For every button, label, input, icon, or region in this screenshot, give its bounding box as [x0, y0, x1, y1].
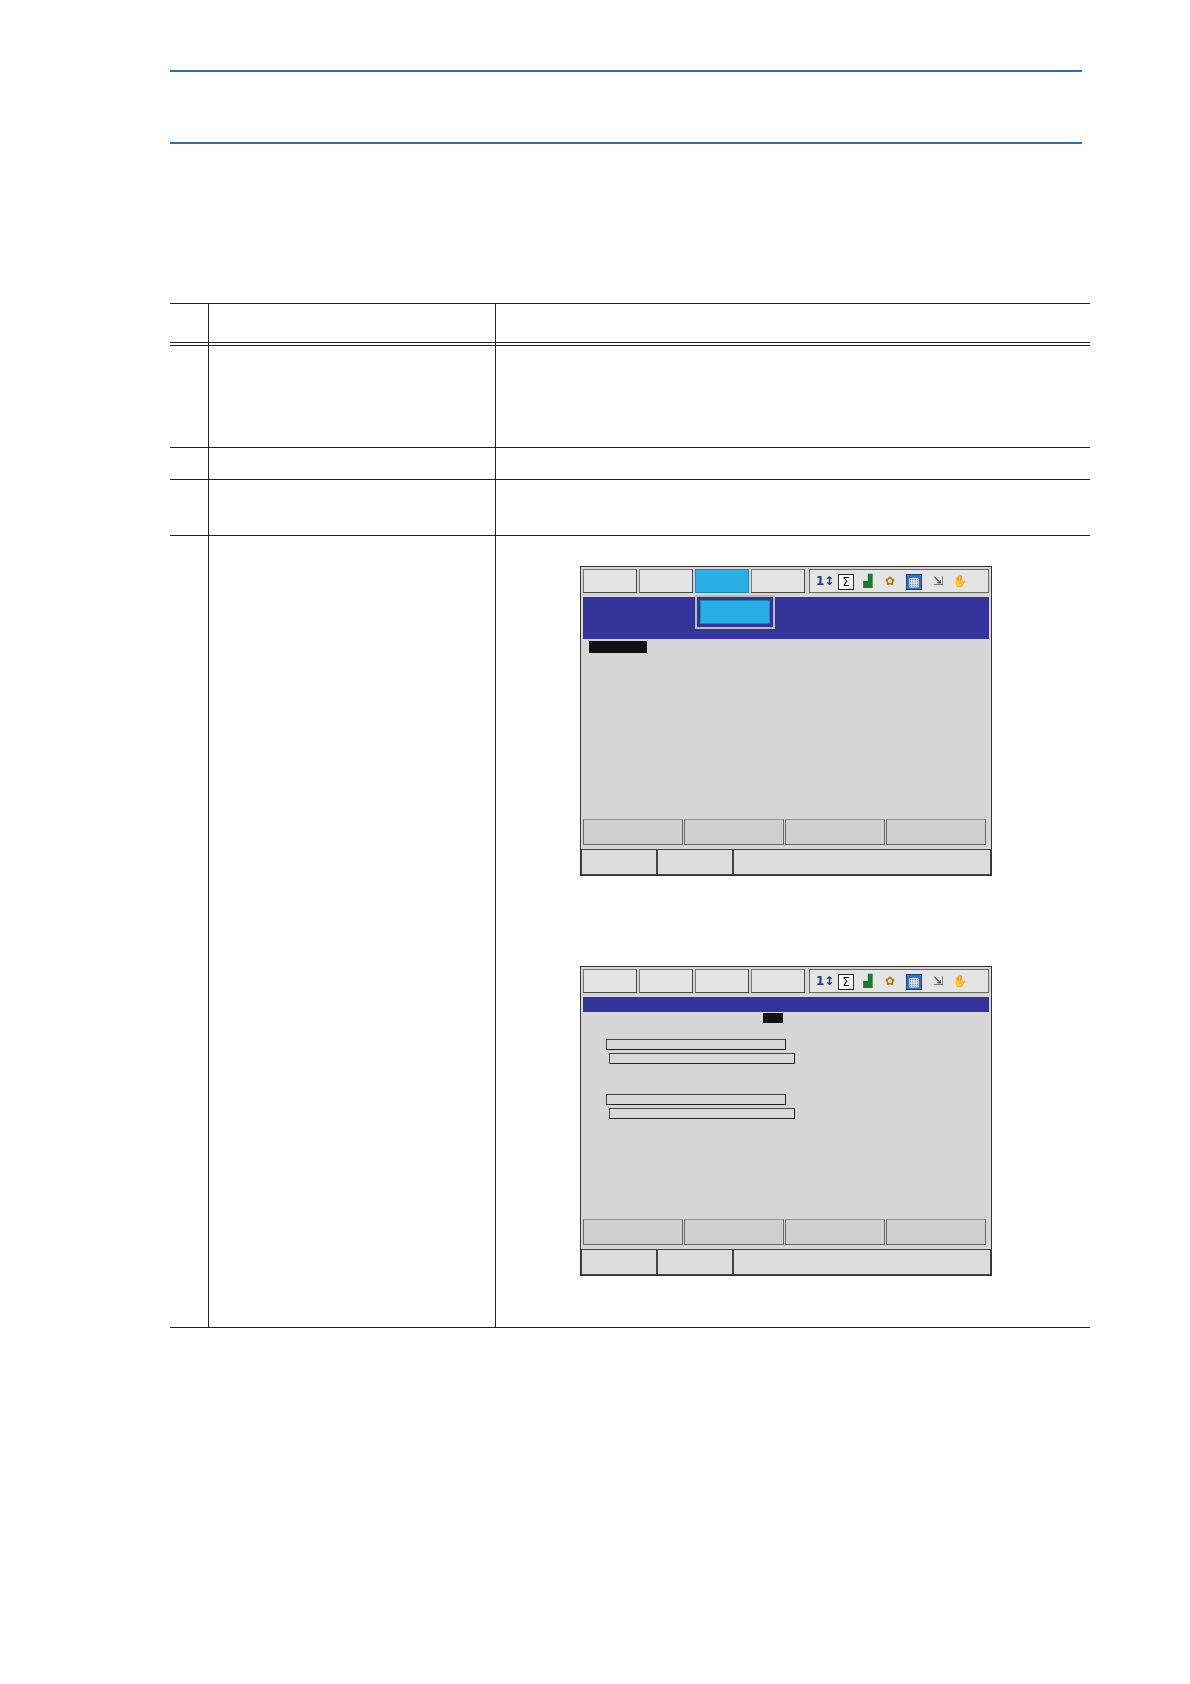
title-bar	[583, 997, 989, 1012]
signal-icon: ▟	[863, 974, 873, 988]
sigma-icon: Σ	[838, 974, 854, 990]
intro-text	[170, 200, 1082, 260]
row-1-bottom-line	[170, 447, 1090, 448]
sigma-icon: Σ	[838, 574, 854, 590]
table-bottom-line	[170, 1327, 1090, 1328]
menu-tab-3[interactable]	[695, 569, 749, 593]
menu-tab-2[interactable]	[639, 969, 693, 993]
function-bar	[583, 1219, 989, 1245]
setting-field-4[interactable]	[609, 1108, 795, 1119]
status-icon-area: 1↕ Σ ▟ ✿ ▦ ⇲ ✋	[809, 569, 989, 593]
menu-tab-4[interactable]	[751, 969, 805, 993]
menu-bar: 1↕ Σ ▟ ✿ ▦ ⇲ ✋	[581, 567, 991, 595]
status-box-1	[581, 1249, 657, 1275]
column-2-divider	[495, 303, 496, 1327]
tool-icon: ✿	[884, 974, 896, 988]
status-box-2	[657, 1249, 733, 1275]
function-bar	[583, 819, 989, 845]
table-top-line	[170, 303, 1090, 304]
pulldown-menu	[695, 595, 775, 629]
hand-icon: ✋	[952, 574, 968, 588]
function-button-2[interactable]	[684, 819, 784, 845]
column-1-divider	[208, 303, 209, 1327]
function-button-1[interactable]	[583, 1219, 683, 1245]
main-area	[583, 639, 989, 811]
header-bottom-line-2	[170, 345, 1090, 346]
grid-icon: ▦	[906, 574, 922, 590]
pulldown-item[interactable]	[700, 600, 770, 624]
menu-tab-1[interactable]	[583, 969, 637, 993]
status-bar	[581, 849, 991, 875]
signal-icon: ▟	[863, 574, 873, 588]
menu-tab-3[interactable]	[695, 969, 749, 993]
header-top-rule	[170, 70, 1082, 72]
setting-field-3[interactable]	[606, 1094, 786, 1105]
pendant-screen-1: 1↕ Σ ▟ ✿ ▦ ⇲ ✋	[580, 566, 992, 876]
header-text	[170, 85, 1082, 125]
hand-icon: ✋	[952, 974, 968, 988]
screen-title	[583, 997, 989, 999]
function-button-4[interactable]	[886, 1219, 986, 1245]
status-icon-area: 1↕ Σ ▟ ✿ ▦ ⇲ ✋	[809, 969, 989, 993]
header-bottom-rule	[170, 142, 1082, 144]
header-bottom-line	[170, 342, 1090, 343]
menu-tab-2[interactable]	[639, 569, 693, 593]
message-box	[733, 849, 991, 875]
function-button-3[interactable]	[785, 819, 885, 845]
tool-icon: ✿	[884, 574, 896, 588]
exit-icon: ⇲	[932, 574, 944, 588]
setting-field-1[interactable]	[606, 1039, 786, 1050]
menu-tab-1[interactable]	[583, 569, 637, 593]
grid-icon: ▦	[906, 974, 922, 990]
step-icon: 1↕	[816, 574, 835, 588]
step-icon: 1↕	[816, 974, 835, 988]
function-button-2[interactable]	[684, 1219, 784, 1245]
status-bar	[581, 1249, 991, 1275]
function-button-1[interactable]	[583, 819, 683, 845]
function-button-3[interactable]	[785, 1219, 885, 1245]
pendant-screen-2: 1↕ Σ ▟ ✿ ▦ ⇲ ✋	[580, 966, 992, 1276]
row-3-bottom-line	[170, 535, 1090, 536]
status-box-2	[657, 849, 733, 875]
title-bar	[583, 597, 989, 639]
menu-tab-4[interactable]	[751, 569, 805, 593]
setting-field-2[interactable]	[609, 1053, 795, 1064]
function-button-4[interactable]	[886, 819, 986, 845]
screen-title	[583, 597, 989, 605]
status-box-1	[581, 849, 657, 875]
row-2-bottom-line	[170, 479, 1090, 480]
menu-bar: 1↕ Σ ▟ ✿ ▦ ⇲ ✋	[581, 967, 991, 995]
message-box	[733, 1249, 991, 1275]
exit-icon: ⇲	[932, 974, 944, 988]
main-area	[583, 1012, 989, 1210]
